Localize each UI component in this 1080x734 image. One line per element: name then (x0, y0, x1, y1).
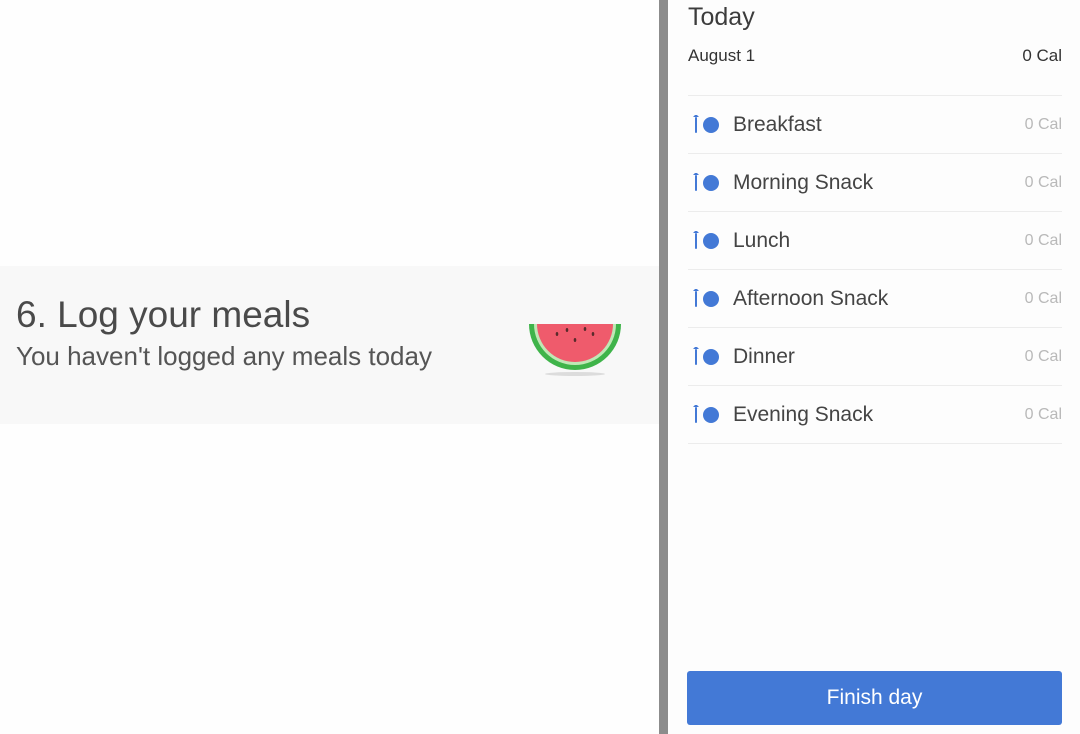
meal-row-afternoon-snack[interactable]: Afternoon Snack 0 Cal (688, 270, 1062, 328)
utensils-plate-icon (693, 289, 719, 307)
meal-log-panel: Today August 1 0 Cal Breakfast 0 Cal Mor… (668, 0, 1080, 734)
meal-name: Afternoon Snack (733, 287, 889, 310)
day-title: Today (688, 3, 755, 31)
utensils-plate-icon (693, 405, 719, 423)
meal-calories: 0 Cal (1024, 116, 1062, 133)
tip-title: 6. Log your meals (16, 294, 311, 335)
utensils-plate-icon (693, 347, 719, 365)
finish-day-button[interactable]: Finish day (687, 671, 1062, 725)
meal-row-breakfast[interactable]: Breakfast 0 Cal (688, 96, 1062, 154)
tip-subtitle: You haven't logged any meals today (16, 341, 432, 371)
meal-calories: 0 Cal (1024, 290, 1062, 307)
split-divider (659, 0, 668, 734)
meal-name: Lunch (733, 229, 791, 252)
watermelon-icon (529, 324, 621, 376)
utensils-plate-icon (693, 115, 719, 133)
utensils-plate-icon (693, 173, 719, 191)
meal-calories: 0 Cal (1024, 232, 1062, 249)
meal-row-morning-snack[interactable]: Morning Snack 0 Cal (688, 154, 1062, 212)
meal-calories: 0 Cal (1024, 348, 1062, 365)
meal-name: Evening Snack (733, 403, 874, 426)
day-date: August 1 (688, 46, 756, 65)
meal-name: Dinner (733, 345, 795, 368)
onboarding-panel: 6. Log your meals You haven't logged any… (0, 0, 659, 734)
meal-calories: 0 Cal (1024, 406, 1062, 423)
meal-name: Morning Snack (733, 171, 874, 194)
meal-row-lunch[interactable]: Lunch 0 Cal (688, 212, 1062, 270)
day-total-calories: 0 Cal (1022, 46, 1062, 65)
meal-list: Breakfast 0 Cal Morning Snack 0 Cal Lunc… (688, 95, 1062, 444)
meal-row-dinner[interactable]: Dinner 0 Cal (688, 328, 1062, 386)
meal-row-evening-snack[interactable]: Evening Snack 0 Cal (688, 386, 1062, 444)
meal-calories: 0 Cal (1024, 174, 1062, 191)
utensils-plate-icon (693, 231, 719, 249)
meal-name: Breakfast (733, 113, 822, 136)
